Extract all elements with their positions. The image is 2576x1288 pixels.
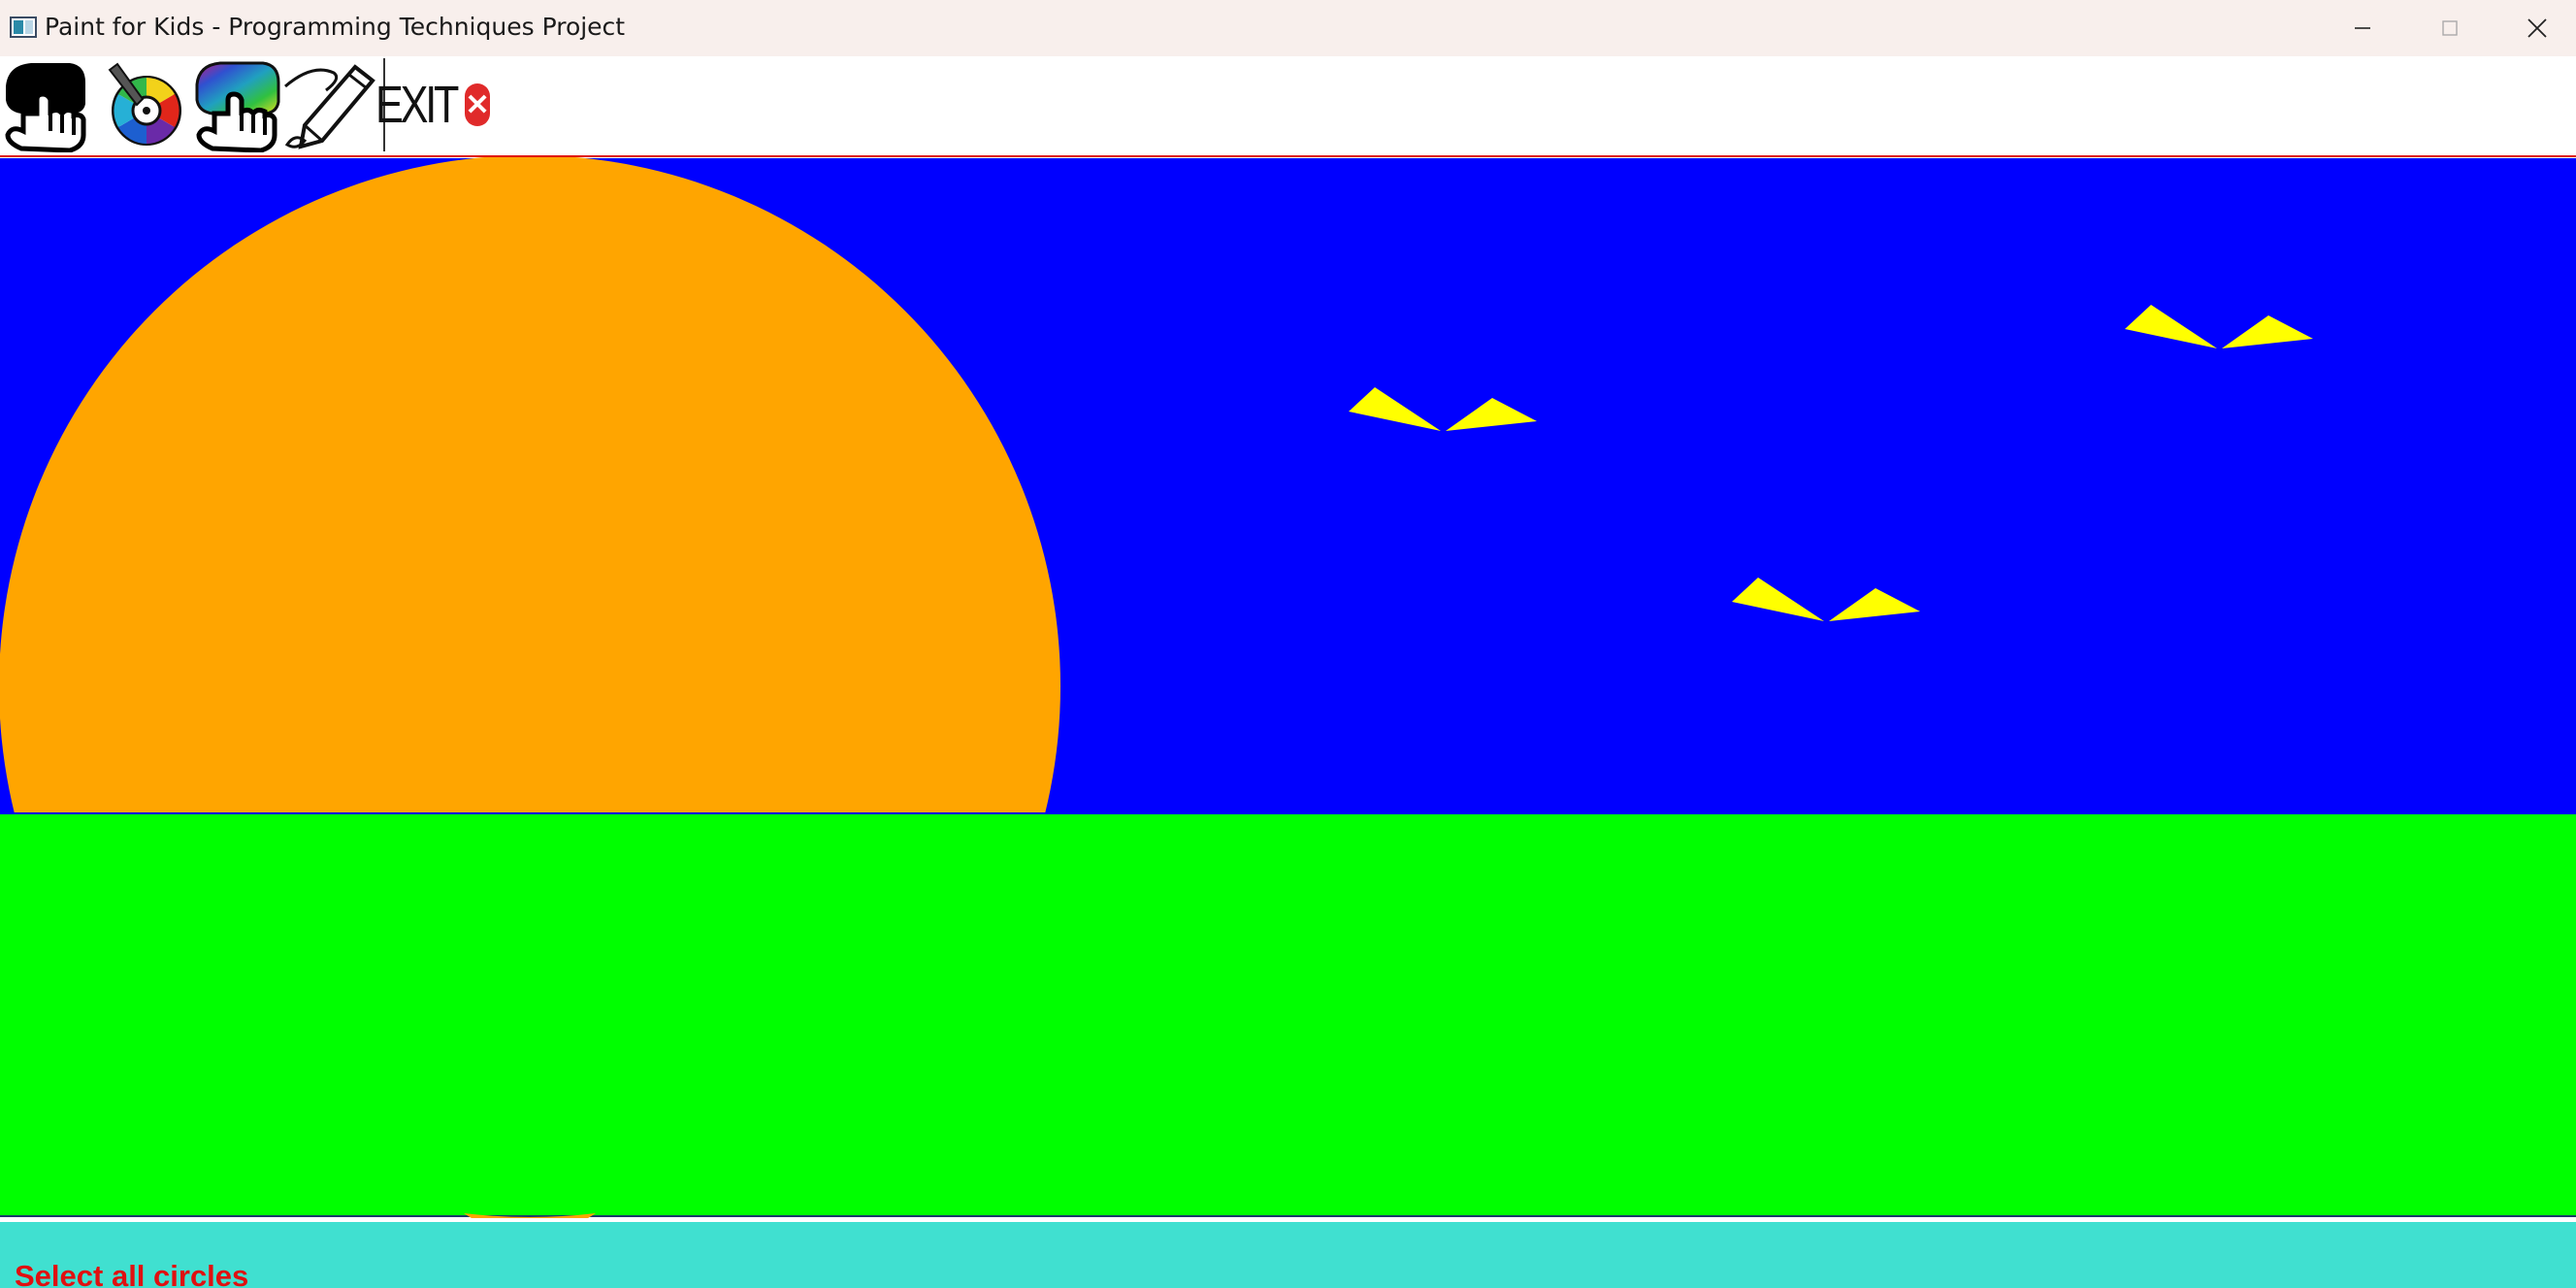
select-fill-tool[interactable] xyxy=(190,56,282,153)
exit-label: EXIT xyxy=(375,76,459,134)
minimize-icon xyxy=(2355,27,2370,29)
maximize-button[interactable] xyxy=(2406,0,2494,56)
pencil-icon xyxy=(284,64,375,149)
window-title: Paint for Kids - Programming Techniques … xyxy=(45,13,626,41)
title-bar: Paint for Kids - Programming Techniques … xyxy=(0,0,2576,56)
status-bar: Select all circles xyxy=(0,1218,2576,1288)
exit-tool[interactable]: EXIT ✕ xyxy=(375,56,490,153)
hand-pointer-icon xyxy=(4,63,85,152)
exit-icon: ✕ xyxy=(465,83,490,126)
close-icon xyxy=(2527,18,2547,38)
select-one-tool[interactable] xyxy=(0,56,92,153)
minimize-button[interactable] xyxy=(2319,0,2406,56)
close-button[interactable] xyxy=(2494,0,2576,56)
hand-color-bar-icon xyxy=(195,61,279,152)
draw-mode-tool[interactable] xyxy=(283,56,380,153)
ground-rectangle[interactable] xyxy=(0,814,2576,1217)
status-message: Select all circles xyxy=(15,1259,249,1288)
drawing-canvas[interactable] xyxy=(0,157,2576,1218)
pick-color-tool[interactable] xyxy=(95,56,187,153)
color-wheel-icon xyxy=(108,62,181,146)
toolbar: EXIT ✕ xyxy=(0,56,2576,155)
maximize-icon xyxy=(2442,20,2458,36)
app-icon xyxy=(10,17,37,38)
